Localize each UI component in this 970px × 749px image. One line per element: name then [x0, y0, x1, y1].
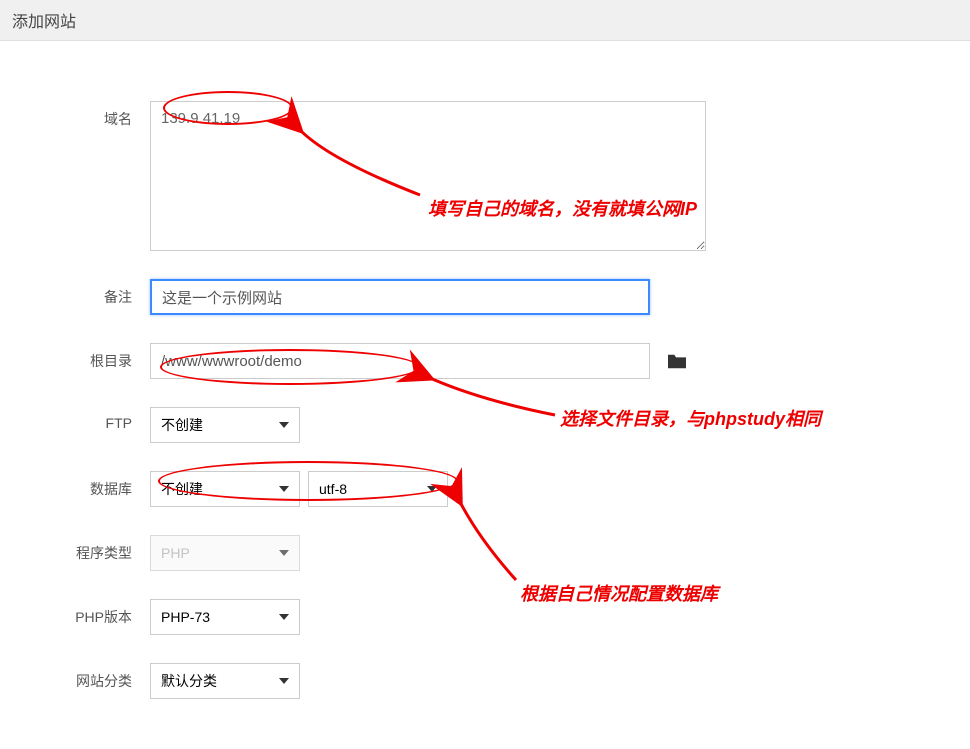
folder-icon[interactable]	[666, 352, 688, 370]
dialog-header: 添加网站	[0, 0, 970, 41]
remark-input[interactable]	[150, 279, 650, 315]
db-select[interactable]: 不创建	[150, 471, 300, 507]
root-label: 根目录	[40, 343, 150, 371]
domain-label: 域名	[40, 101, 150, 129]
root-dir-input[interactable]	[150, 343, 650, 379]
php-version-select[interactable]: PHP-73	[150, 599, 300, 635]
db-charset-select[interactable]: utf-8	[308, 471, 448, 507]
site-category-select[interactable]: 默认分类	[150, 663, 300, 699]
add-site-form: 域名 139.9.41.19 备注 根目录 FTP 不创建 数据库	[0, 41, 970, 747]
ftp-label: FTP	[40, 407, 150, 431]
remark-label: 备注	[40, 279, 150, 307]
category-label: 网站分类	[40, 663, 150, 691]
program-type-select: PHP	[150, 535, 300, 571]
ftp-select[interactable]: 不创建	[150, 407, 300, 443]
domain-input[interactable]: 139.9.41.19	[150, 101, 706, 251]
db-label: 数据库	[40, 471, 150, 499]
dialog-title: 添加网站	[12, 14, 76, 31]
phpver-label: PHP版本	[40, 599, 150, 627]
ptype-label: 程序类型	[40, 535, 150, 563]
